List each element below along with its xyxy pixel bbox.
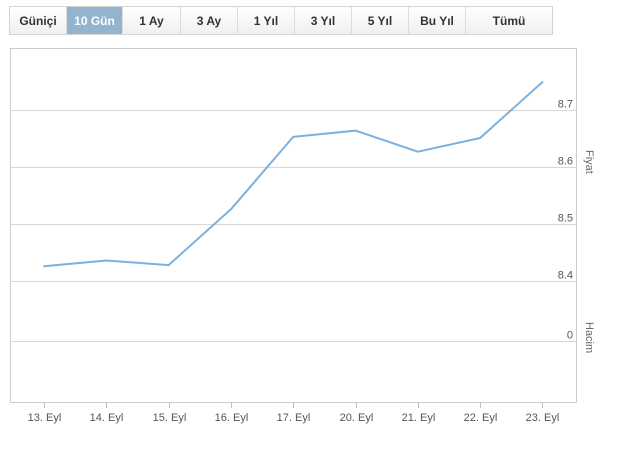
chart-plot-border — [10, 48, 577, 403]
volume-axis-title: Hacim — [583, 322, 595, 353]
x-tick-label: 16. Eyl — [215, 412, 249, 424]
price-tick-label: 8.7 — [558, 99, 573, 111]
chart-series — [43, 81, 544, 268]
x-tick-label: 14. Eyl — [90, 412, 124, 424]
x-tick-label: 13. Eyl — [28, 412, 62, 424]
price-tick-label: 8.4 — [558, 270, 573, 282]
price-axis-title: Fiyat — [583, 150, 595, 174]
x-tick-label: 22. Eyl — [464, 412, 498, 424]
volume-tick-label: 0 — [567, 330, 573, 342]
x-tick-label: 17. Eyl — [277, 412, 311, 424]
x-tick-label: 15. Eyl — [153, 412, 187, 424]
chart-grid — [11, 110, 576, 342]
x-tick-label: 20. Eyl — [340, 412, 374, 424]
price-tick-label: 8.6 — [558, 156, 573, 168]
price-series-line — [43, 81, 544, 268]
x-tick-label: 21. Eyl — [402, 412, 436, 424]
price-tick-label: 8.5 — [558, 213, 573, 225]
x-tick-label: 23. Eyl — [526, 412, 560, 424]
price-chart: 8.4 8.5 8.6 8.7 0 Fiyat Hacim 13. Eyl 14. Eyl 15.… — [10, 48, 595, 424]
